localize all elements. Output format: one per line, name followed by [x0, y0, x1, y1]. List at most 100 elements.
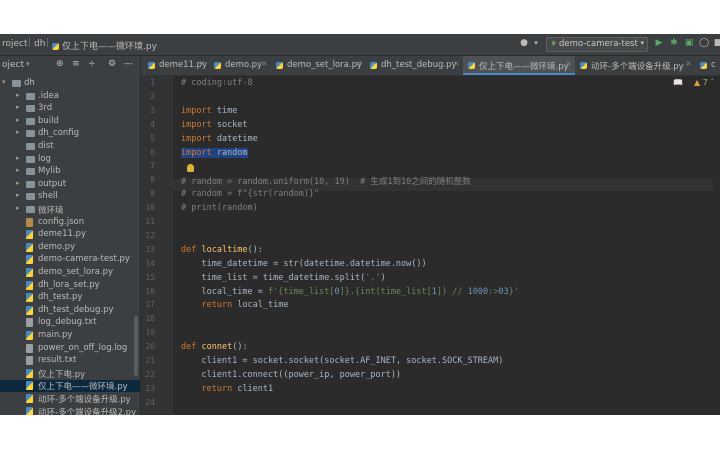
close-icon[interactable]: ×	[685, 59, 692, 68]
chevron-down-icon: ▾	[640, 39, 644, 47]
tree-item[interactable]: ▾ dh	[0, 78, 140, 90]
tree-item[interactable]: dh_test_debug.py	[0, 305, 140, 317]
tree-item[interactable]: main.py	[0, 330, 140, 342]
locate-icon[interactable]: ⊕	[56, 59, 64, 69]
user-icon[interactable]: ●	[518, 37, 530, 50]
tree-item[interactable]: ▸ Mylib	[0, 166, 140, 178]
coverage-icon[interactable]: ▣	[683, 37, 695, 50]
inspection-status[interactable]: ▲ 7 ˆ	[694, 78, 714, 87]
tree-item[interactable]: dh_test.py	[0, 292, 140, 304]
tree-item[interactable]: ▸ 3rd	[0, 103, 140, 115]
tree-item-label: 仅上下电——微环境.py	[38, 382, 128, 393]
editor-tab[interactable]: dh_test_debug.py ×	[365, 56, 463, 75]
chevron-down-icon[interactable]: ▾	[26, 60, 30, 68]
hide-icon[interactable]: —	[124, 59, 133, 69]
code-line[interactable]: def localtime():	[181, 245, 263, 255]
tree-item[interactable]: config.json	[0, 217, 140, 229]
collapse-all-icon[interactable]: ≡	[72, 59, 80, 69]
editor-tab[interactable]: 动环-多个端设备升级.py ×	[575, 56, 695, 75]
code-line[interactable]: client1 = socket.socket(socket.AF_INET, …	[181, 356, 503, 366]
chevron-right-icon[interactable]: ▸	[16, 116, 20, 124]
code-line[interactable]: local_time = f'{time_list[0]}.{int(time_…	[181, 287, 518, 297]
editor-tab[interactable]: c	[695, 56, 720, 75]
tree-item[interactable]: ▸ log	[0, 154, 140, 166]
tree-item[interactable]: log_debug.txt	[0, 317, 140, 329]
editor-tab[interactable]: deme11.py ×	[143, 56, 209, 75]
code-line[interactable]: # print(random)	[181, 203, 258, 213]
chevron-right-icon[interactable]: ▸	[16, 191, 20, 199]
line-number: 13	[145, 244, 155, 254]
chevron-right-icon[interactable]: ▸	[16, 204, 20, 212]
code-line[interactable]: # coding:utf-8	[181, 78, 253, 88]
tree-item[interactable]: 仅上下电.py	[0, 368, 140, 380]
tree-item[interactable]: demo.py	[0, 242, 140, 254]
expand-all-icon[interactable]: ÷	[88, 59, 96, 69]
code-line[interactable]: return local_time	[181, 300, 288, 310]
code-line[interactable]: import socket	[181, 120, 248, 130]
code-line[interactable]: import datetime	[181, 134, 258, 144]
chevron-right-icon[interactable]: ▸	[16, 128, 20, 136]
close-icon[interactable]: ×	[355, 59, 362, 68]
profiler-icon[interactable]: ◯	[698, 37, 710, 50]
project-panel-title[interactable]: oject	[2, 60, 24, 70]
line-number: 23	[145, 383, 155, 393]
run-icon[interactable]: ▶	[653, 37, 665, 50]
close-icon[interactable]: ×	[199, 59, 206, 68]
breadcrumb-file[interactable]: 仅上下电——微环境.py	[52, 39, 157, 52]
chevron-right-icon[interactable]: ▸	[16, 103, 20, 111]
debug-icon[interactable]: ✱	[668, 37, 680, 50]
code-line[interactable]: time_datetime = str(datetime.datetime.no…	[181, 259, 426, 269]
code-line[interactable]: import time	[181, 106, 237, 116]
gear-icon[interactable]: ⚙	[108, 59, 116, 69]
tree-item[interactable]: result.txt	[0, 355, 140, 367]
chevron-right-icon[interactable]: ▸	[16, 166, 20, 174]
tree-item[interactable]: 动环-多个端设备升级.py	[0, 393, 140, 405]
code-line[interactable]: # random = random.uniform(10, 19) # 生成1到…	[181, 175, 471, 187]
reader-mode-icon[interactable]: 📖	[673, 78, 683, 87]
code-line[interactable]: return client1	[181, 384, 273, 394]
editor-tab[interactable]: 仅上下电——微环境.py ×	[463, 56, 575, 75]
tree-item[interactable]: ▸ build	[0, 116, 140, 128]
line-gutter: 1 2 3 4 5 6 7 8 9 10 11 12 13 14 15 16 17 18 19 20 21 22 23 24	[141, 76, 173, 415]
tree-item-label: 动环-多个端设备升级2.py	[38, 407, 137, 415]
chevron-right-icon[interactable]: ▸	[16, 154, 20, 162]
tree-item[interactable]: 仅上下电——微环境.py	[0, 380, 140, 393]
code-line[interactable]: import random	[181, 147, 248, 158]
close-icon[interactable]: ×	[453, 59, 460, 68]
tree-item[interactable]: dist	[0, 141, 140, 153]
code-editor[interactable]: 1 2 3 4 5 6 7 8 9 10 11 12 13 14 15 16 17 18 19 20 21 22 23 24 …	[141, 76, 720, 415]
code-line[interactable]: # random = f"{str(random)}"	[181, 189, 319, 199]
tree-item[interactable]: 动环-多个端设备升级2.py	[0, 406, 140, 415]
chevron-down-icon[interactable]: ▾	[2, 78, 6, 86]
tree-item[interactable]: ▸ .idea	[0, 91, 140, 103]
breadcrumb-folder[interactable]: dh	[34, 39, 45, 49]
editor-tab[interactable]: demo.py ×	[209, 56, 271, 75]
close-icon[interactable]: ×	[261, 59, 268, 68]
tab-label: dh_test_debug.py	[381, 60, 457, 70]
scrollbar[interactable]	[134, 316, 138, 376]
tree-item[interactable]: demo-camera-test.py	[0, 254, 140, 266]
tree-item-label: build	[38, 115, 59, 126]
chevron-right-icon[interactable]: ▸	[16, 179, 20, 187]
tree-item[interactable]: power_on_off_log.log	[0, 343, 140, 355]
chevron-down-icon[interactable]: ▾	[530, 37, 542, 50]
stop-icon[interactable]: ■	[712, 37, 720, 50]
close-icon[interactable]: ×	[565, 59, 572, 68]
folder-icon	[26, 92, 35, 100]
run-configuration-select[interactable]: ♦ demo-camera-test ▾	[546, 37, 648, 52]
tree-item[interactable]: ▸ 微环境	[0, 204, 140, 216]
code-line[interactable]: client1.connect((power_ip, power_port))	[181, 370, 401, 380]
tree-item[interactable]: dh_lora_set.py	[0, 280, 140, 292]
code-line[interactable]: time_list = time_datetime.split('.')	[181, 273, 385, 283]
tree-item[interactable]: ▸ dh_config	[0, 128, 140, 140]
editor-tab[interactable]: demo_set_lora.py ×	[271, 56, 365, 75]
tree-item-label: dist	[38, 141, 54, 151]
tree-item[interactable]: ▸ shell	[0, 191, 140, 203]
tree-item[interactable]: demo_set_lora.py	[0, 267, 140, 279]
lightbulb-icon[interactable]	[187, 164, 194, 172]
tree-item[interactable]: deme11.py	[0, 229, 140, 241]
chevron-right-icon[interactable]: ▸	[16, 91, 20, 99]
tree-item[interactable]: ▸ output	[0, 179, 140, 191]
code-line[interactable]: def connet():	[181, 342, 248, 352]
breadcrumb-project[interactable]: roject	[2, 39, 28, 49]
